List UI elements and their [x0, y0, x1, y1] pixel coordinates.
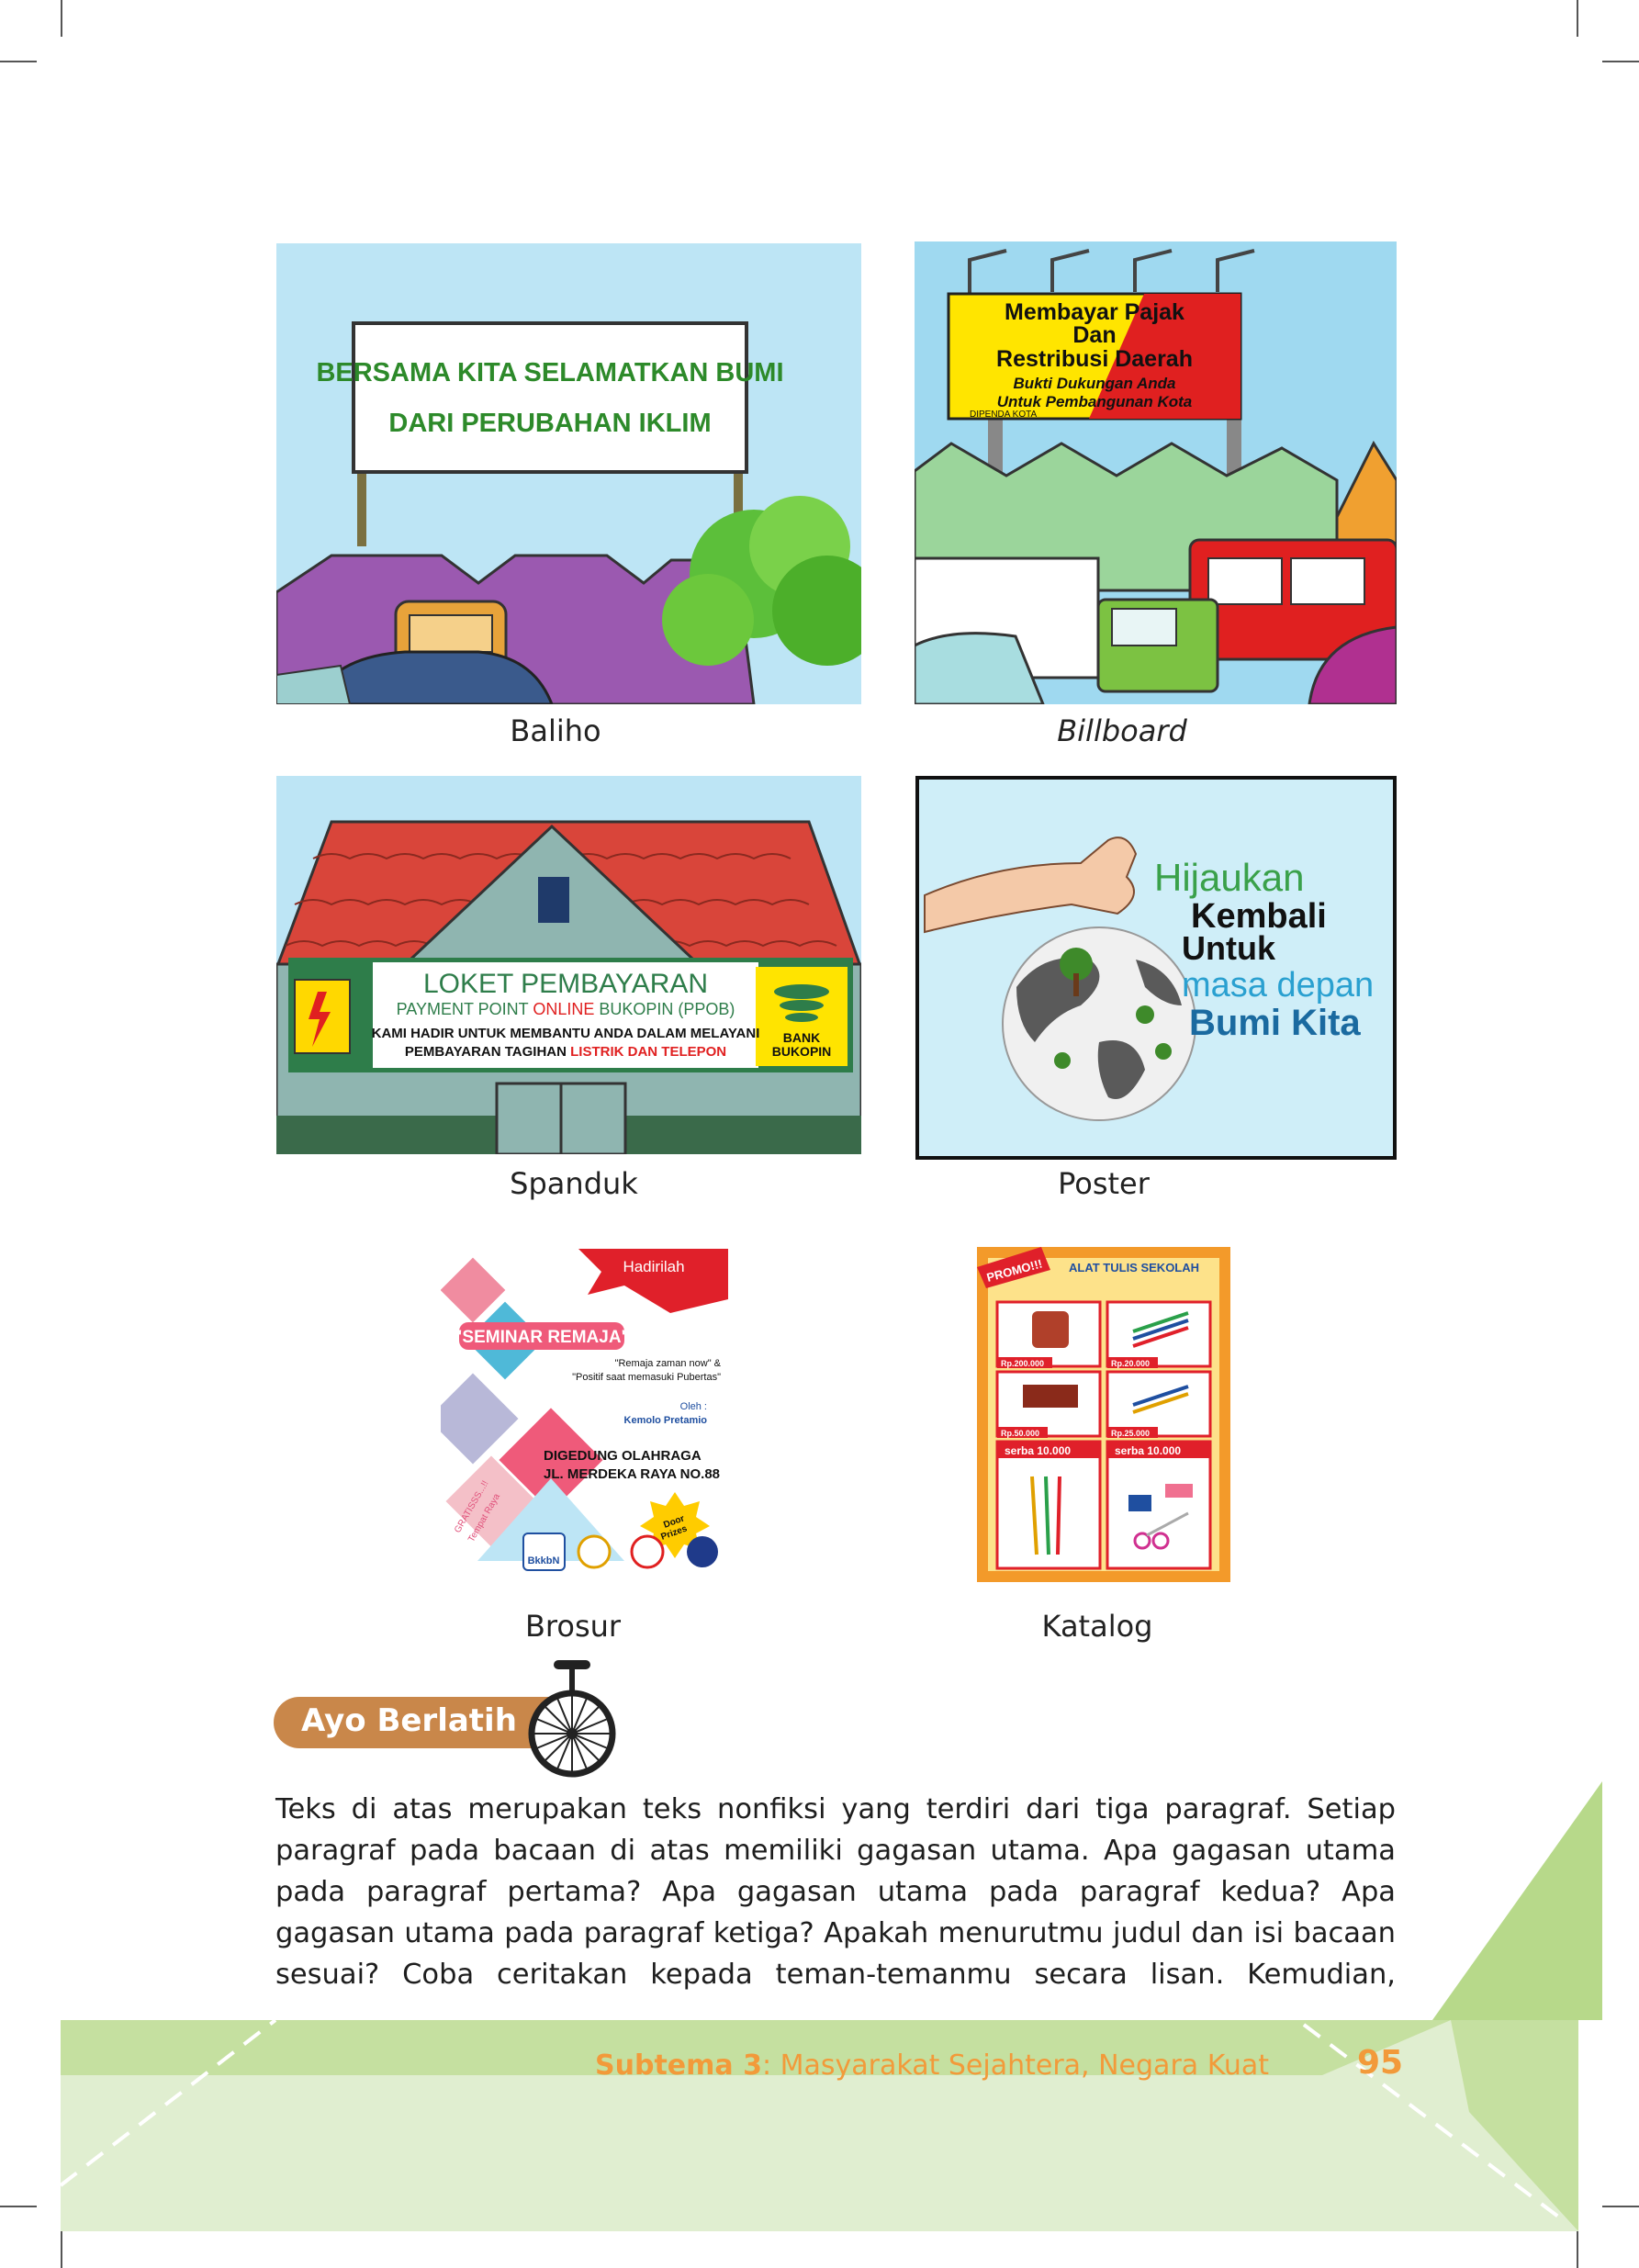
- body-line: paragraf pada bacaan di atas memiliki ga…: [275, 1835, 1396, 1867]
- katalog-title: ALAT TULIS SEKOLAH: [1069, 1261, 1199, 1274]
- billboard-line1: Membayar Pajak: [1005, 299, 1184, 325]
- caption-spanduk: Spanduk: [510, 1166, 638, 1201]
- brosur-illustration: Hadirilah "SEMINAR REMAJA" "Remaja zaman…: [441, 1249, 728, 1575]
- billboard-line6: DIPENDA KOTA: [970, 410, 1037, 420]
- poster-line3: Untuk: [1182, 929, 1276, 967]
- katalog-price3: Rp.50.000: [1001, 1429, 1039, 1438]
- brosur-sub1: "Remaja zaman now" &: [615, 1358, 722, 1369]
- baliho-sign-line2: DARI PERUBAHAN IKLIM: [388, 409, 711, 438]
- body-line: sesuai? Coba ceritakan kepada teman-tema…: [275, 1959, 1396, 1991]
- brosur-venue1: DIGEDUNG OLAHRAGA: [544, 1448, 702, 1464]
- baliho-sign-line1: BERSAMA KITA SELAMATKAN BUMI: [316, 358, 783, 387]
- footer-subtema-number: Subtema 3: [595, 2049, 762, 2082]
- poster-line4: masa depan: [1182, 966, 1374, 1005]
- billboard-line3: Restribusi Daerah: [996, 346, 1193, 372]
- billboard-line4: Bukti Dukungan Anda: [1014, 375, 1176, 392]
- footer-subtema: Subtema 3: Masyarakat Sejahtera, Negara …: [595, 2049, 1269, 2082]
- spanduk-bank-line1: BANK: [783, 1030, 820, 1045]
- poster-line5: Bumi Kita: [1189, 1003, 1361, 1043]
- unicycle-icon: [528, 1660, 616, 1778]
- body-line: Teks di atas merupakan teks nonfiksi yan…: [275, 1793, 1396, 1825]
- katalog-price2: Rp.20.000: [1111, 1359, 1150, 1368]
- caption-brosur: Brosur: [524, 1609, 622, 1644]
- spanduk-bank-line2: BUKOPIN: [772, 1044, 832, 1059]
- katalog-illustration: PROMO!!! ALAT TULIS SEKOLAH Rp.200.000 R…: [977, 1247, 1230, 1582]
- billboard-line2: Dan: [1072, 322, 1116, 348]
- brosur-speaker: Kemolo Pretamio: [624, 1415, 708, 1426]
- poster-line1: Hijaukan: [1154, 856, 1304, 899]
- section-label: Ayo Berlatih: [301, 1702, 517, 1739]
- katalog-price4: Rp.25.000: [1111, 1429, 1150, 1438]
- brosur-sub2: "Positif saat memasuki Pubertas": [572, 1372, 721, 1383]
- spanduk-illustration: BANK BUKOPIN LOKET PEMBAYARAN PAYMENT PO…: [276, 776, 861, 1154]
- brosur-logo: BkkbN: [528, 1555, 560, 1566]
- baliho-illustration: BERSAMA KITA SELAMATKAN BUMI DARI PERUBA…: [276, 243, 861, 704]
- katalog-serba2: serba 10.000: [1115, 1444, 1181, 1457]
- page-number: 95: [1357, 2044, 1404, 2082]
- caption-katalog: Katalog: [1041, 1609, 1153, 1644]
- katalog-price1: Rp.200.000: [1001, 1359, 1044, 1368]
- spanduk-title: LOKET PEMBAYARAN: [423, 969, 708, 999]
- caption-billboard: Billboard: [1057, 713, 1187, 748]
- poster-illustration: Hijaukan Kembali Untuk masa depan Bumi K…: [915, 776, 1397, 1160]
- spanduk-line4: PEMBAYARAN TAGIHAN LISTRIK DAN TELEPON: [405, 1044, 726, 1060]
- body-paragraph: Teks di atas merupakan teks nonfiksi yan…: [275, 1789, 1396, 1995]
- brosur-venue2: JL. MERDEKA RAYA NO.88: [544, 1466, 720, 1482]
- brosur-title: "SEMINAR REMAJA": [454, 1328, 629, 1347]
- billboard-illustration: Membayar Pajak Dan Restribusi Daerah Buk…: [915, 241, 1397, 704]
- body-line: gagasan utama pada paragraf ketiga? Apak…: [275, 1917, 1396, 1949]
- body-line: pada paragraf pertama? Apa gagasan utama…: [275, 1876, 1396, 1908]
- brosur-hadirilah: Hadirilah: [623, 1258, 684, 1275]
- caption-baliho: Baliho: [510, 713, 601, 748]
- billboard-line5: Untuk Pembangunan Kota: [997, 393, 1193, 410]
- caption-poster: Poster: [1058, 1166, 1150, 1201]
- spanduk-line3: KAMI HADIR UNTUK MEMBANTU ANDA DALAM MEL…: [372, 1026, 760, 1041]
- katalog-serba1: serba 10.000: [1005, 1444, 1071, 1457]
- brosur-oleh: Oleh :: [680, 1401, 707, 1412]
- spanduk-line2: PAYMENT POINT ONLINE BUKOPIN (PPOB): [397, 1000, 735, 1018]
- footer-subtema-title: : Masyarakat Sejahtera, Negara Kuat: [761, 2049, 1270, 2082]
